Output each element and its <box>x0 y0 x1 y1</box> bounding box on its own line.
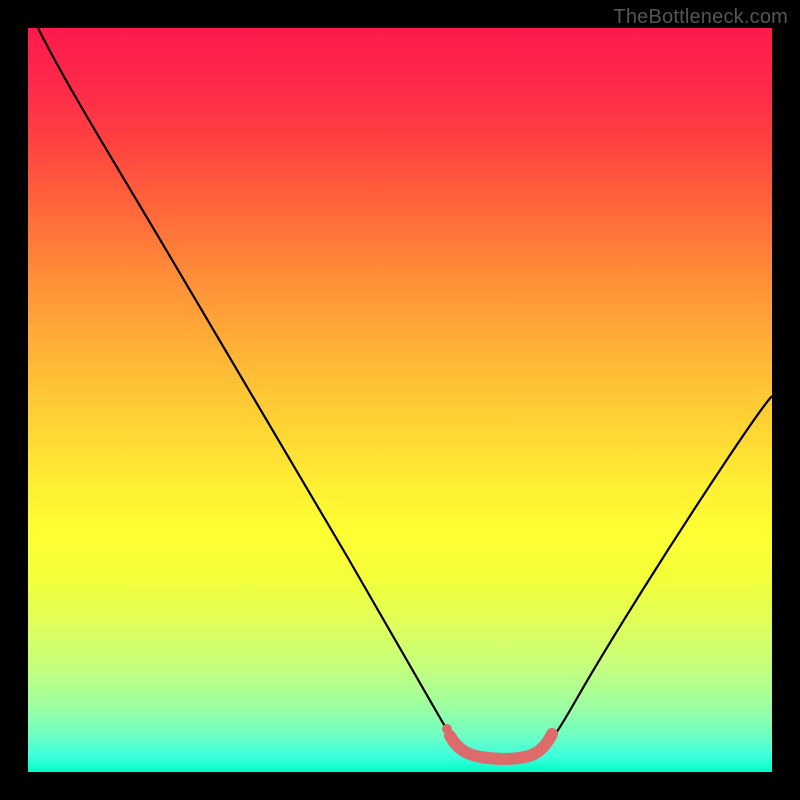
chart-plot-area <box>28 28 772 772</box>
optimal-range-marker <box>450 734 552 759</box>
chart-svg <box>28 28 772 772</box>
bottleneck-curve <box>38 28 772 758</box>
watermark-text: TheBottleneck.com <box>613 6 788 29</box>
